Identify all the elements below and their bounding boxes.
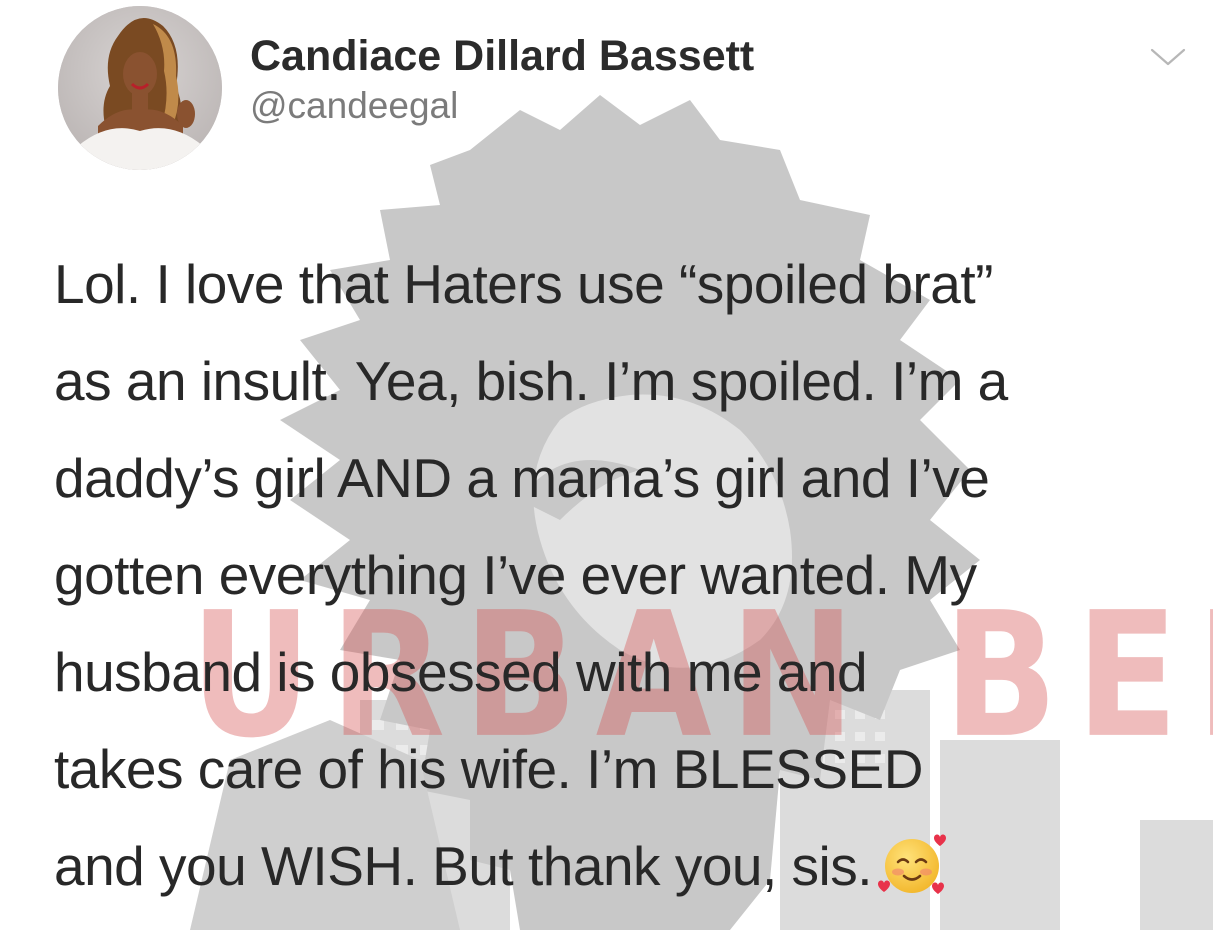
avatar[interactable]	[58, 6, 222, 170]
tweet-line: daddy’s girl AND a mama’s girl and I’ve	[54, 447, 990, 509]
tweet-line: gotten everything I’ve ever wanted. My	[54, 544, 977, 606]
tweet-screenshot: URBAN BELLE	[0, 0, 1213, 930]
smiling-face-with-hearts-icon	[876, 828, 948, 900]
author-handle[interactable]: @candeegal	[250, 82, 754, 130]
avatar-photo	[58, 6, 222, 170]
tweet-line: Lol. I love that Haters use “spoiled bra…	[54, 253, 993, 315]
author-display-name[interactable]: Candiace Dillard Bassett	[250, 30, 754, 82]
tweet-line-text: and you WISH. But thank you, sis.	[54, 835, 873, 897]
tweet-line: takes care of his wife. I’m BLESSED	[54, 738, 923, 800]
tweet-line-last: and you WISH. But thank you, sis.	[54, 818, 1204, 915]
tweet-line: husband is obsessed with me and	[54, 641, 868, 703]
tweet-header: Candiace Dillard Bassett @candeegal	[58, 6, 1186, 170]
tweet-line: as an insult. Yea, bish. I’m spoiled. I’…	[54, 350, 1008, 412]
chevron-down-icon[interactable]	[1148, 44, 1188, 70]
tweet-text: Lol. I love that Haters use “spoiled bra…	[54, 236, 1204, 915]
author-names: Candiace Dillard Bassett @candeegal	[250, 30, 754, 130]
